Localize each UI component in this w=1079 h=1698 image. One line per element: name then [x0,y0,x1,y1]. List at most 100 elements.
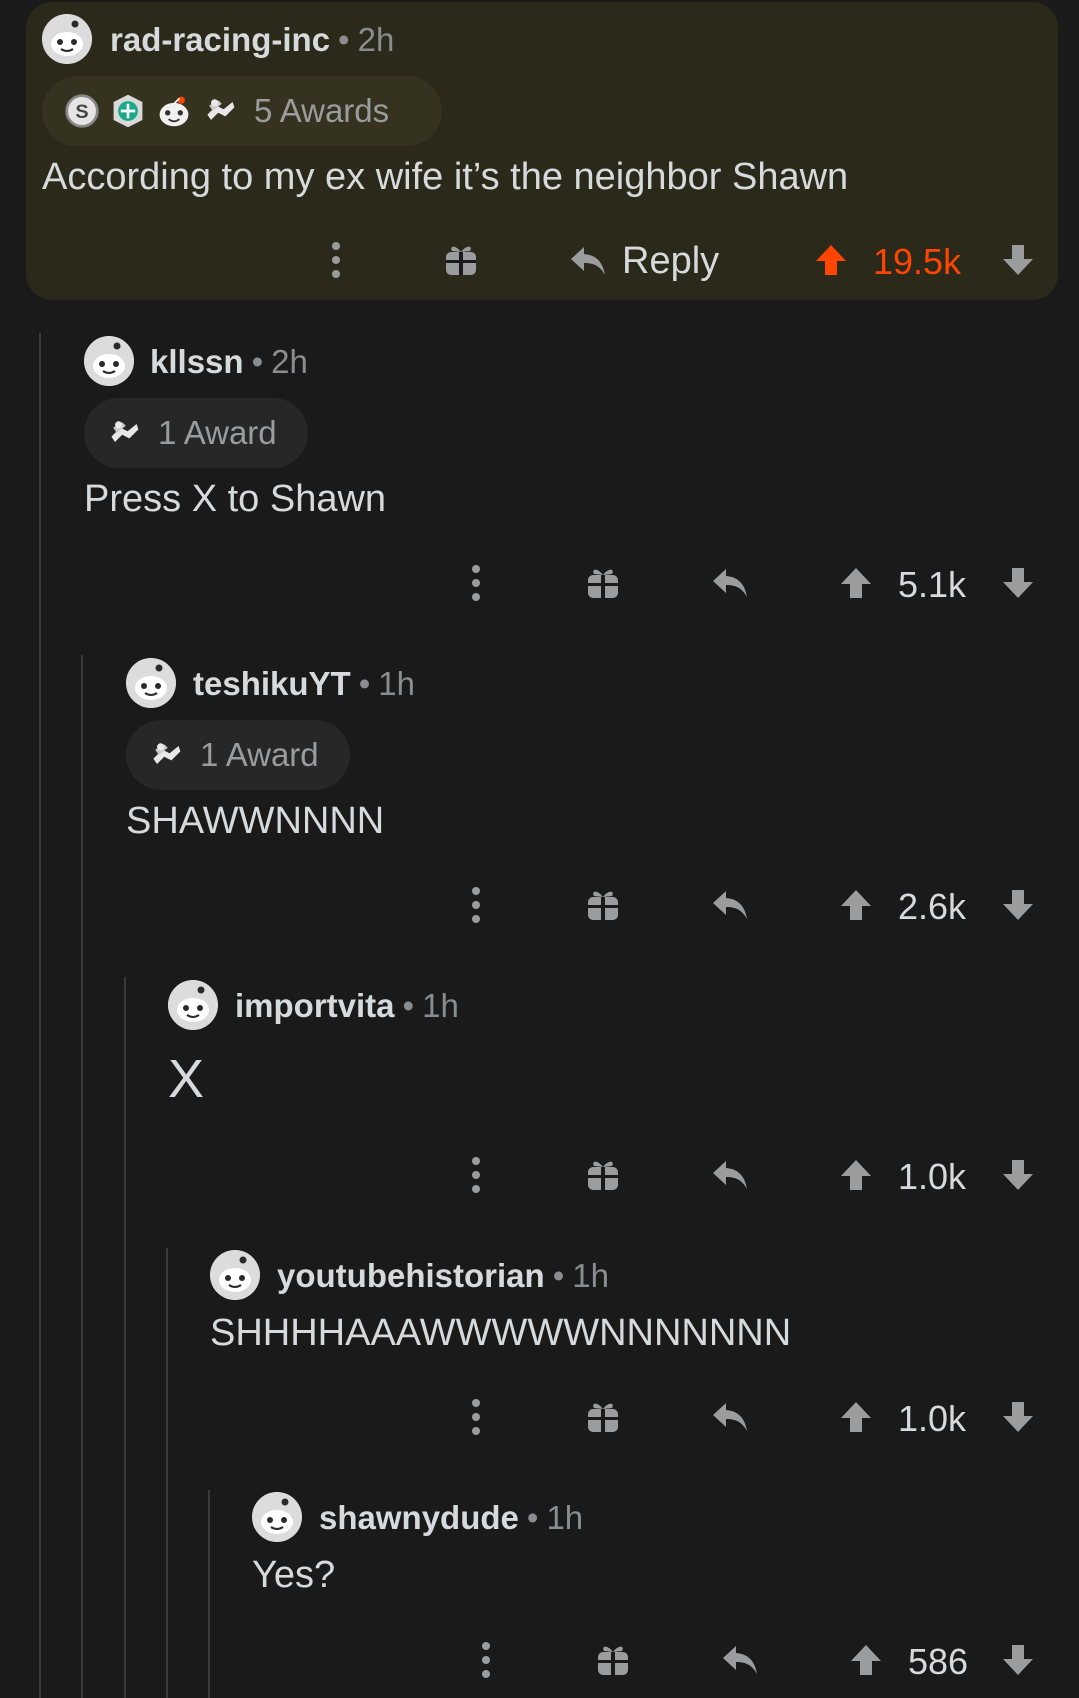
reply-button[interactable] [720,1642,760,1678]
give-award-button[interactable] [585,1399,621,1435]
thread-line[interactable] [208,1490,210,1698]
thread-line[interactable] [124,977,126,1698]
downvote-arrow-icon [1000,242,1036,278]
snoo-avatar-icon [168,980,218,1030]
username[interactable]: teshikuYT [193,665,351,702]
reply-icon [710,1157,750,1193]
reply-button[interactable] [710,887,750,923]
thread-line[interactable] [81,655,83,1698]
downvote-button[interactable] [1000,887,1036,923]
separator: • [358,665,371,702]
gift-icon [443,242,479,278]
timestamp: 1h [572,1257,609,1294]
username[interactable]: importvita [235,987,395,1024]
awards-pill[interactable]: 5 Awards [42,76,442,146]
avatar[interactable] [168,980,218,1030]
more-options-icon [476,1640,496,1680]
upvote-button[interactable] [838,1157,874,1193]
give-award-button[interactable] [595,1642,631,1678]
timestamp: 2h [271,343,308,380]
comment-header: kllssn • 2h [150,342,308,382]
downvote-button[interactable] [1000,242,1036,278]
awards-pill[interactable]: 1 Award [126,720,350,790]
downvote-arrow-icon [1000,1642,1036,1678]
awards-count: 1 Award [158,414,277,451]
vote-score: 1.0k [898,1156,967,1197]
more-options-button[interactable] [476,1640,496,1680]
more-options-icon [466,563,486,603]
avatar[interactable] [84,336,134,386]
timestamp: 2h [357,21,395,58]
downvote-arrow-icon [1000,565,1036,601]
username[interactable]: youtubehistorian [277,1257,545,1294]
downvote-arrow-icon [1000,887,1036,923]
snoo-avatar-icon [252,1492,302,1542]
upvote-button[interactable] [838,1399,874,1435]
wholesome-award-icon [156,93,192,129]
downvote-arrow-icon [1000,1157,1036,1193]
avatar[interactable] [252,1492,302,1542]
upvote-button[interactable] [838,887,874,923]
more-options-icon [326,240,346,280]
gift-icon [585,1157,621,1193]
hugz-award-icon [202,93,238,129]
snoo-avatar-icon [42,14,92,64]
comment-body: Yes? [252,1554,336,1596]
downvote-button[interactable] [1000,1157,1036,1193]
reply-button[interactable] [710,565,750,601]
upvote-button[interactable] [813,242,849,278]
downvote-button[interactable] [1000,1642,1036,1678]
comment-header: teshikuYT • 1h [193,664,415,704]
hugz-award-icon [148,737,184,773]
username[interactable]: shawnydude [319,1499,519,1536]
comment-body: According to my ex wife it’s the neighbo… [42,156,849,198]
upvote-button[interactable] [848,1642,884,1678]
upvote-button[interactable] [838,565,874,601]
snoo-avatar-icon [84,336,134,386]
username[interactable]: kllssn [150,343,244,380]
avatar[interactable] [126,658,176,708]
snoo-avatar-icon [126,658,176,708]
separator: • [251,343,264,380]
downvote-button[interactable] [1000,565,1036,601]
gift-icon [585,887,621,923]
reply-icon [710,1399,750,1435]
username[interactable]: rad-racing-inc [110,21,330,58]
reply-label: Reply [622,239,720,282]
downvote-button[interactable] [1000,1399,1036,1435]
comment-header: youtubehistorian • 1h [277,1256,609,1296]
more-options-icon [466,1155,486,1195]
vote-score: 2.6k [898,886,967,927]
upvote-arrow-icon [838,887,874,923]
avatar[interactable] [210,1250,260,1300]
more-options-button[interactable] [466,1397,486,1437]
awards-pill[interactable]: 1 Award [84,398,308,468]
comment-body: X [168,1049,205,1109]
give-award-button[interactable] [585,565,621,601]
awards-count: 5 Awards [254,92,390,129]
gift-icon [595,1642,631,1678]
timestamp: 1h [378,665,415,702]
give-award-button[interactable] [585,887,621,923]
reply-button[interactable] [710,1399,750,1435]
more-options-icon [466,885,486,925]
give-award-button[interactable] [443,242,479,278]
awards-count: 1 Award [200,736,319,773]
more-options-button[interactable] [326,240,346,280]
upvote-arrow-icon [838,565,874,601]
snoo-avatar-icon [210,1250,260,1300]
more-options-button[interactable] [466,885,486,925]
hugz-award-icon [106,415,142,451]
comment-body: Press X to Shawn [84,478,387,520]
reply-button[interactable]: Reply [568,238,719,284]
reply-button[interactable] [710,1157,750,1193]
reply-icon [568,243,608,279]
vote-score: 1.0k [898,1398,967,1439]
avatar[interactable] [42,14,92,64]
more-options-button[interactable] [466,563,486,603]
give-award-button[interactable] [585,1157,621,1193]
thread-line[interactable] [39,333,41,1698]
more-options-button[interactable] [466,1155,486,1195]
thread-line[interactable] [166,1248,168,1698]
reply-icon [720,1642,760,1678]
